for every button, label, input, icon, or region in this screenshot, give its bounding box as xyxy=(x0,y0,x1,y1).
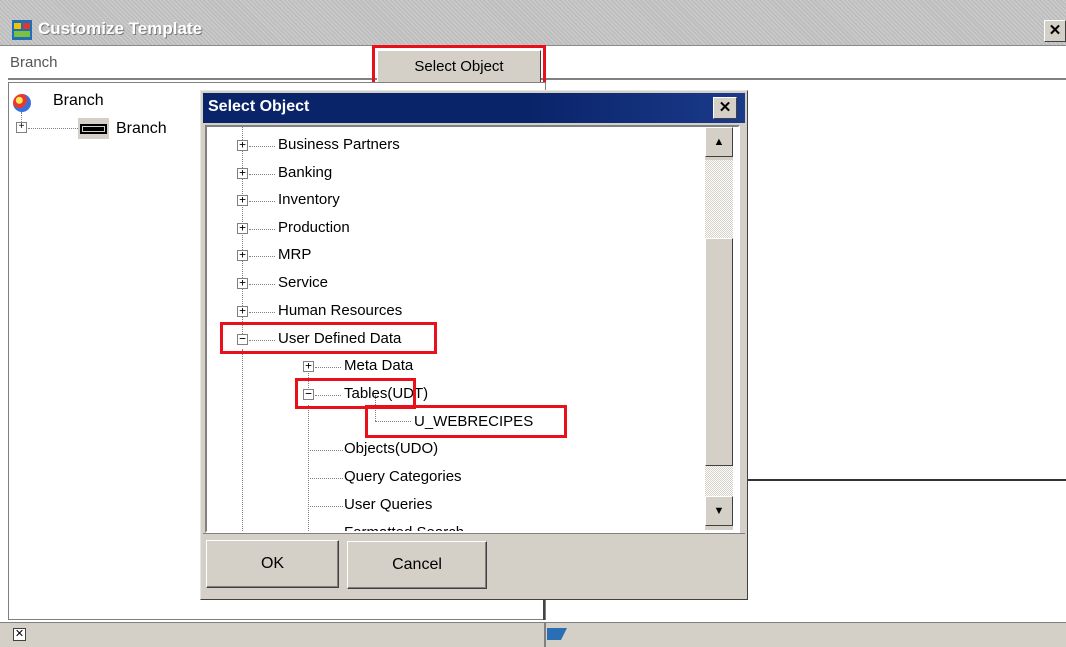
scroll-thumb[interactable] xyxy=(705,238,733,466)
tree-item-user-defined-data[interactable]: User Defined Data xyxy=(278,330,401,348)
expand-icon[interactable]: + xyxy=(16,122,27,133)
tree-line xyxy=(249,340,275,341)
tree-line xyxy=(249,201,275,202)
tree-line xyxy=(315,395,341,396)
expand-icon[interactable]: + xyxy=(237,222,248,234)
scroll-up-icon[interactable]: ▲ xyxy=(705,127,733,157)
tree-line xyxy=(315,367,341,368)
tree-line xyxy=(249,229,275,230)
tree-item-service[interactable]: Service xyxy=(278,274,328,292)
tree-line xyxy=(249,146,275,147)
tree-line xyxy=(249,256,275,257)
collapse-icon[interactable]: − xyxy=(303,388,314,400)
tree-item-formatted-search[interactable]: Formatted Search xyxy=(344,524,464,531)
status-close-icon[interactable]: ✕ xyxy=(13,628,26,641)
tree-child-branch[interactable]: Branch xyxy=(116,120,167,138)
tree-item-inventory[interactable]: Inventory xyxy=(278,191,340,209)
tree-line xyxy=(308,506,343,507)
tree-item-business-partners[interactable]: Business Partners xyxy=(278,136,400,154)
tree-line xyxy=(242,349,243,531)
close-window-icon[interactable]: ✕ xyxy=(1044,20,1066,42)
globe-icon xyxy=(13,94,31,112)
window-title: Customize Template xyxy=(38,19,203,38)
tree-line xyxy=(308,405,309,531)
tree-item-mrp[interactable]: MRP xyxy=(278,246,311,264)
tree-line xyxy=(249,312,275,313)
expand-icon[interactable]: + xyxy=(303,360,314,372)
scroll-track[interactable] xyxy=(705,466,733,496)
right-pane-line xyxy=(745,479,1066,481)
expand-icon[interactable]: + xyxy=(237,277,248,289)
collapse-icon[interactable]: − xyxy=(237,333,248,345)
table-icon xyxy=(80,124,107,134)
tree-item-query-categories[interactable]: Query Categories xyxy=(344,468,462,486)
scroll-track[interactable] xyxy=(705,160,733,238)
tree-item-production[interactable]: Production xyxy=(278,219,350,237)
tree-line xyxy=(249,284,275,285)
tree-line xyxy=(249,174,275,175)
dialog-title: Select Object xyxy=(208,98,310,115)
status-bar xyxy=(0,622,1066,647)
dialog-close-icon[interactable]: ✕ xyxy=(713,97,737,119)
tree-item-tables-udt[interactable]: Tables(UDT) xyxy=(344,385,428,403)
tree-item-human-resources[interactable]: Human Resources xyxy=(278,302,402,320)
select-object-button[interactable]: Select Object xyxy=(377,50,541,83)
app-icon xyxy=(12,20,32,40)
tree-line xyxy=(375,421,411,422)
tree-item-objects-udo[interactable]: Objects(UDO) xyxy=(344,440,438,458)
tree-item-meta-data[interactable]: Meta Data xyxy=(344,357,413,375)
status-separator xyxy=(544,622,546,647)
expand-icon[interactable]: + xyxy=(237,167,248,179)
tree-item-banking[interactable]: Banking xyxy=(278,164,332,182)
tree-root-branch[interactable]: Branch xyxy=(53,92,104,110)
object-tree: + Business Partners + Banking + Inventor… xyxy=(205,125,740,533)
tree-item-u-webrecipes[interactable]: U_WEBRECIPES xyxy=(414,413,533,431)
scroll-down-icon[interactable]: ▼ xyxy=(705,496,733,526)
expand-icon[interactable]: + xyxy=(237,305,248,317)
tree-line xyxy=(308,450,343,451)
tree-line xyxy=(308,478,343,479)
expand-icon[interactable]: + xyxy=(237,194,248,206)
branch-field[interactable]: Branch xyxy=(8,49,368,77)
dialog-separator xyxy=(203,533,745,534)
expand-icon[interactable]: + xyxy=(237,139,248,151)
cancel-button[interactable]: Cancel xyxy=(347,541,487,589)
ok-button[interactable]: OK xyxy=(206,540,339,588)
tree-item-user-queries[interactable]: User Queries xyxy=(344,496,432,514)
expand-icon[interactable]: + xyxy=(237,249,248,261)
tree-line xyxy=(28,128,78,129)
